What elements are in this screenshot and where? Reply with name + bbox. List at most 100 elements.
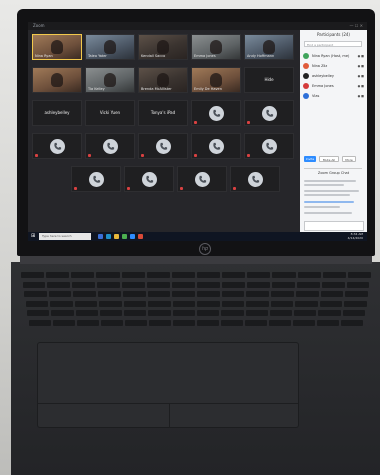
tile-name-label: Taleo Yater	[88, 54, 107, 58]
keyboard-key	[346, 281, 370, 288]
zoom-icon[interactable]	[130, 234, 135, 239]
windows-icon[interactable]: ⊞	[31, 234, 35, 239]
tile-name-label: Andy Hoffmann	[247, 54, 275, 58]
keyboard-key	[322, 272, 346, 278]
avatar	[303, 93, 309, 99]
touchpad-button-divider	[169, 403, 170, 428]
participant-silhouette	[263, 40, 275, 54]
phone-tile[interactable]	[138, 133, 188, 159]
video-tile[interactable]: Emily De Haven	[191, 67, 241, 93]
keyboard-key	[73, 291, 97, 297]
window-controls[interactable]: — ☐ ✕	[350, 22, 363, 30]
task-view-icon[interactable]	[98, 234, 103, 239]
participant-silhouette	[104, 40, 116, 54]
participant-silhouette	[210, 73, 222, 87]
phone-tile[interactable]	[191, 100, 241, 126]
video-tile[interactable]: Brenda McAllister	[138, 67, 188, 93]
folder-icon[interactable]	[114, 234, 119, 239]
phone-tile[interactable]	[191, 133, 241, 159]
keyboard-key	[320, 291, 344, 297]
keyboard-key	[344, 300, 367, 307]
mic-camera-icons[interactable]: ● ■	[358, 64, 364, 68]
participant-name: Emma Jones	[312, 84, 334, 88]
keyboard-key	[75, 310, 98, 316]
mic-camera-icons[interactable]: ● ■	[358, 94, 364, 98]
participant-row[interactable]: Nina Zilz ● ■	[303, 62, 365, 70]
participant-row[interactable]: ashleybelley ● ■	[303, 72, 365, 80]
video-tile[interactable]: Tia Kelley	[85, 67, 135, 93]
keyboard-key	[221, 281, 245, 288]
video-tile[interactable]: Andy Hoffmann	[244, 34, 294, 60]
phone-icon	[156, 139, 171, 154]
phone-tile[interactable]	[85, 133, 135, 159]
name-tile[interactable]: Tonya's iPad	[138, 100, 188, 126]
keyboard-key	[297, 272, 321, 278]
participants-panel: Participants (24) Find a participant Nin…	[300, 30, 367, 232]
chrome-icon[interactable]	[122, 234, 127, 239]
laptop-screen: Zoom — ☐ ✕ Nina Ryan Taleo Yater Kendall S…	[28, 22, 367, 241]
hp-logo: hp	[199, 243, 211, 255]
mic-camera-icons[interactable]: ● ■	[358, 54, 364, 58]
chat-input[interactable]	[304, 221, 364, 231]
video-tile[interactable]: Emma Jones	[191, 34, 241, 60]
keyboard-key	[148, 310, 171, 316]
name-tile[interactable]: Vicki Yuen	[85, 100, 135, 126]
phone-tile[interactable]	[230, 166, 280, 192]
video-tile[interactable]: Nina Ryan	[32, 34, 82, 60]
office-icon[interactable]	[138, 234, 143, 239]
phone-tile[interactable]	[32, 133, 82, 159]
keyboard-key	[221, 291, 245, 297]
keyboard-key	[124, 319, 147, 326]
keyboard-key	[76, 319, 99, 326]
participant-row[interactable]: Vlas ● ■	[303, 92, 365, 100]
keyboard-key	[319, 300, 342, 307]
participant-silhouette	[51, 73, 63, 87]
keyboard-key	[197, 300, 220, 307]
tile-name-label: Emily De Haven	[194, 87, 222, 91]
keyboard-key	[74, 300, 97, 307]
muted-mic-icon	[247, 154, 250, 157]
participant-row[interactable]: Emma Jones ● ■	[303, 82, 365, 90]
avatar	[303, 83, 309, 89]
clock-date: 4/14/2020	[347, 235, 363, 240]
keyboard-key	[317, 319, 340, 326]
video-tile[interactable]	[32, 67, 82, 93]
edge-icon[interactable]	[106, 234, 111, 239]
taskbar-clock[interactable]: 8:34 AM 4/14/2020	[347, 232, 363, 240]
participant-row[interactable]: Nina Ryan (Host, me) ● ■	[303, 52, 365, 60]
participant-search-input[interactable]: Find a participant	[304, 41, 362, 47]
chat-title: Zoom Group Chat	[317, 171, 350, 175]
keyboard-key	[99, 300, 122, 307]
phone-tile[interactable]	[244, 133, 294, 159]
keyboard-key	[148, 319, 171, 326]
phone-tile[interactable]	[177, 166, 227, 192]
keyboard-key	[122, 281, 146, 288]
keyboard-key	[171, 272, 195, 278]
keyboard-key	[71, 272, 95, 278]
keyboard-key	[222, 272, 246, 278]
participants-title: Participants (24)	[317, 32, 350, 37]
keyboard-key	[51, 310, 74, 316]
participant-silhouette	[104, 73, 116, 87]
video-tile[interactable]: Kendall Sacco	[138, 34, 188, 60]
invite-button[interactable]: Invite	[304, 156, 316, 162]
more-button[interactable]: More	[342, 156, 356, 162]
phone-tile[interactable]	[244, 100, 294, 126]
chat-message	[304, 180, 356, 182]
mic-camera-icons[interactable]: ● ■	[358, 74, 364, 78]
tile-center-name: ashleybelley	[44, 110, 70, 115]
phone-tile[interactable]	[71, 166, 121, 192]
name-tile[interactable]: Hide	[244, 67, 294, 93]
video-tile[interactable]: Taleo Yater	[85, 34, 135, 60]
keyboard-key	[293, 319, 316, 326]
name-tile[interactable]: ashleybelley	[32, 100, 82, 126]
mute-all-button[interactable]: Mute All	[319, 156, 339, 162]
keyboard-key	[98, 291, 121, 297]
phone-tile[interactable]	[124, 166, 174, 192]
phone-icon	[262, 139, 277, 154]
keyboard-key	[46, 272, 70, 278]
mic-camera-icons[interactable]: ● ■	[358, 84, 364, 88]
taskbar-search-input[interactable]: Type here to search	[39, 233, 91, 240]
keyboard-key	[271, 281, 295, 288]
tile-center-name: Hide	[264, 77, 274, 82]
